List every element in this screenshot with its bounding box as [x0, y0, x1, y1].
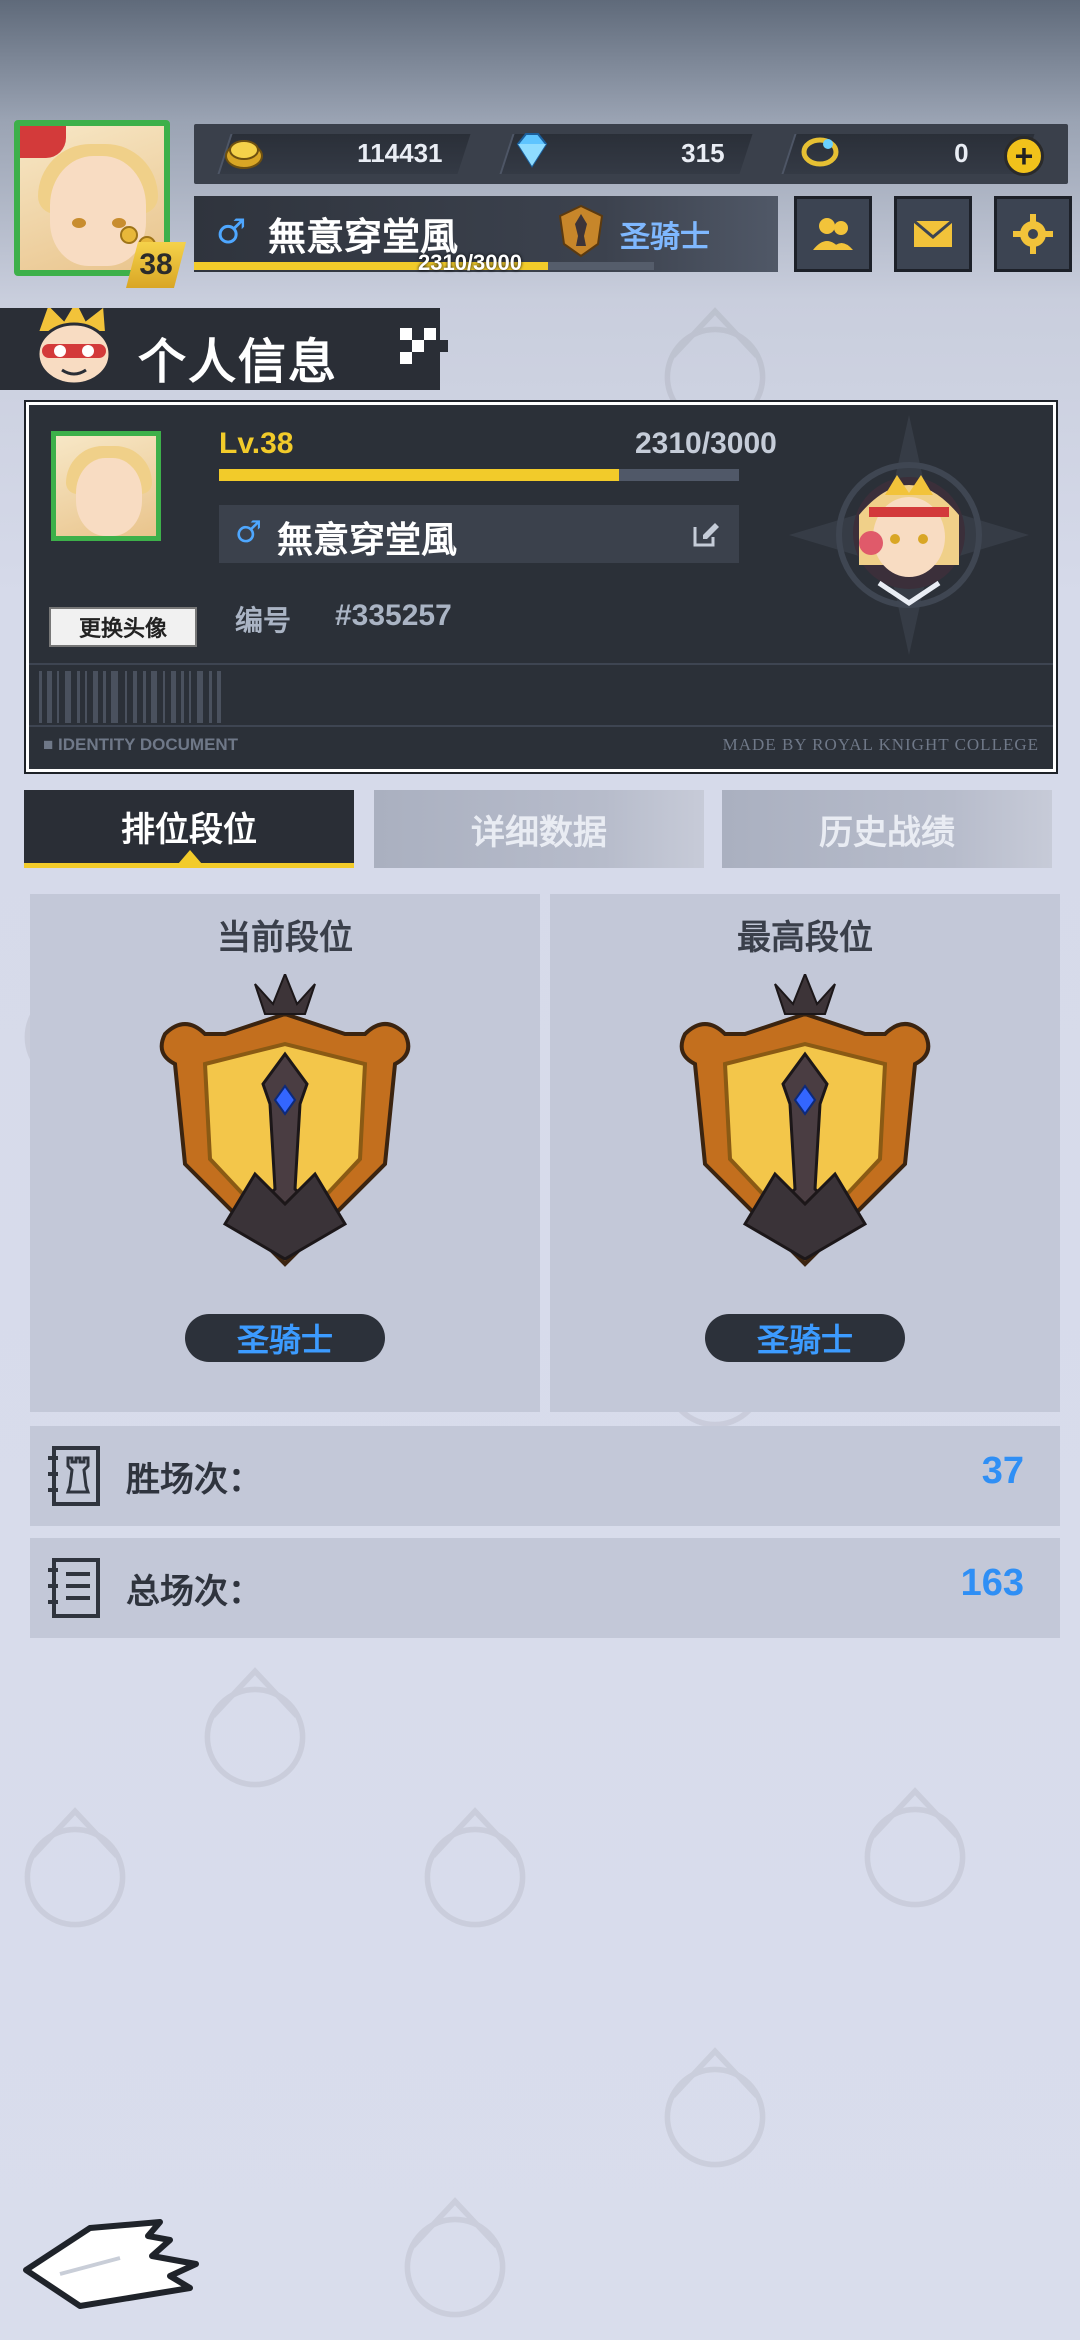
- xp-text: 2310/3000: [418, 250, 522, 275]
- gender-icon: ♂: [235, 515, 262, 550]
- rook-notebook-icon: [48, 1446, 100, 1506]
- level-progress-bar: [219, 469, 739, 481]
- active-tab-indicator: [178, 850, 202, 864]
- change-avatar-button[interactable]: 更换头像: [49, 607, 197, 647]
- ticket-ring-icon: [801, 137, 839, 167]
- current-rank-name: 圣骑士: [185, 1314, 385, 1362]
- christmas-bow-icon: [20, 126, 66, 158]
- friends-button[interactable]: [794, 196, 872, 272]
- player-id-label: 编号: [235, 604, 292, 637]
- wins-stat-row: 胜场次： 37: [30, 1426, 1060, 1526]
- highest-rank-name: 圣骑士: [705, 1314, 905, 1362]
- player-rank-name: 圣骑士: [620, 220, 710, 255]
- total-value: 163: [960, 1562, 1024, 1604]
- background-doodle: [400, 1800, 550, 1940]
- gold-coin-icon: [225, 140, 263, 169]
- section-title: 个人信息: [138, 334, 339, 390]
- wins-label: 胜场次：: [126, 1460, 262, 1500]
- mail-button[interactable]: [894, 196, 972, 272]
- current-rank-panel: 当前段位 圣骑士: [30, 894, 540, 1412]
- background-doodle: [840, 1780, 990, 1920]
- background-doodle: [0, 1800, 150, 1940]
- settings-button[interactable]: [994, 196, 1072, 272]
- friends-icon: [813, 218, 853, 250]
- avatar-face: [50, 156, 146, 266]
- highest-rank-panel: 最高段位 圣骑士: [550, 894, 1060, 1412]
- diamond-value: 315: [680, 138, 725, 168]
- card-divider: [29, 725, 1053, 727]
- mail-icon: [913, 219, 953, 247]
- tab-match-history[interactable]: 历史战绩: [722, 790, 1052, 868]
- avatar-face: [76, 458, 142, 536]
- player-id-value: #335257: [335, 599, 452, 632]
- barcode-decoration: [39, 671, 221, 723]
- highest-rank-title: 最高段位: [737, 918, 873, 958]
- level-progress-fill: [219, 469, 620, 481]
- currency-bar: 114431 315 0: [194, 124, 1068, 184]
- total-stat-row: 总场次： 163: [30, 1538, 1060, 1638]
- college-label: MADE BY ROYAL KNIGHT COLLEGE: [722, 735, 1039, 754]
- paladin-rank-badge-icon: [679, 974, 931, 1267]
- wins-value: 37: [981, 1450, 1024, 1492]
- card-divider: [29, 663, 1053, 665]
- current-rank-title: 当前段位: [217, 918, 353, 958]
- background-doodle: [380, 2190, 530, 2330]
- avatar-eye: [72, 218, 86, 228]
- notebook-list-icon: [48, 1558, 100, 1618]
- background-doodle: [640, 2040, 790, 2180]
- ticket-value: 0: [953, 138, 969, 168]
- tab-detailed-data[interactable]: 详细数据: [374, 790, 704, 868]
- total-label: 总场次：: [126, 1572, 262, 1612]
- back-arrow-button[interactable]: [20, 2214, 200, 2314]
- character-emblem: [789, 415, 1029, 655]
- identity-card: 更换头像 Lv.38 2310/3000 ♂ 無意穿堂風 编号 #335257: [24, 400, 1058, 774]
- paladin-rank-badge-icon: [159, 974, 411, 1267]
- level-label: Lv.38: [219, 427, 294, 460]
- background-doodle: [180, 1660, 330, 1800]
- checker-decoration: [400, 328, 448, 364]
- card-avatar: [51, 431, 161, 541]
- gender-icon: ♂: [216, 212, 247, 252]
- diamond-icon: [516, 133, 548, 168]
- identity-document-label: ■ IDENTITY DOCUMENT: [43, 735, 239, 754]
- gold-value: 114431: [356, 138, 443, 168]
- player-name-bar: ♂ 無意穿堂風 圣骑士 2310/3000: [194, 196, 778, 275]
- card-name-row: ♂ 無意穿堂風: [219, 505, 739, 563]
- level-xp-text: 2310/3000: [635, 427, 777, 460]
- gear-icon: [1013, 214, 1053, 254]
- rank-badge-icon: [558, 204, 604, 258]
- mascot-icon: [36, 308, 112, 386]
- section-header: 个人信息: [0, 308, 440, 390]
- add-currency-button[interactable]: +: [1004, 136, 1044, 176]
- bell-icon: [120, 226, 138, 244]
- card-player-name: 無意穿堂風: [277, 520, 458, 561]
- edit-name-icon[interactable]: [691, 519, 721, 549]
